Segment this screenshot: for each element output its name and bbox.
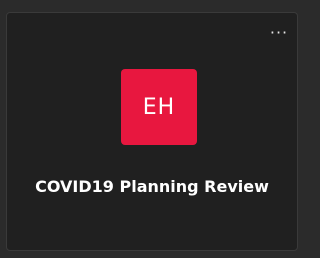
- more-options-icon[interactable]: ···: [267, 25, 291, 41]
- avatar-initials: EH: [142, 94, 176, 120]
- team-card[interactable]: ··· EH COVID19 Planning Review: [6, 12, 298, 251]
- team-title: COVID19 Planning Review: [35, 177, 269, 196]
- team-avatar: EH: [121, 69, 197, 145]
